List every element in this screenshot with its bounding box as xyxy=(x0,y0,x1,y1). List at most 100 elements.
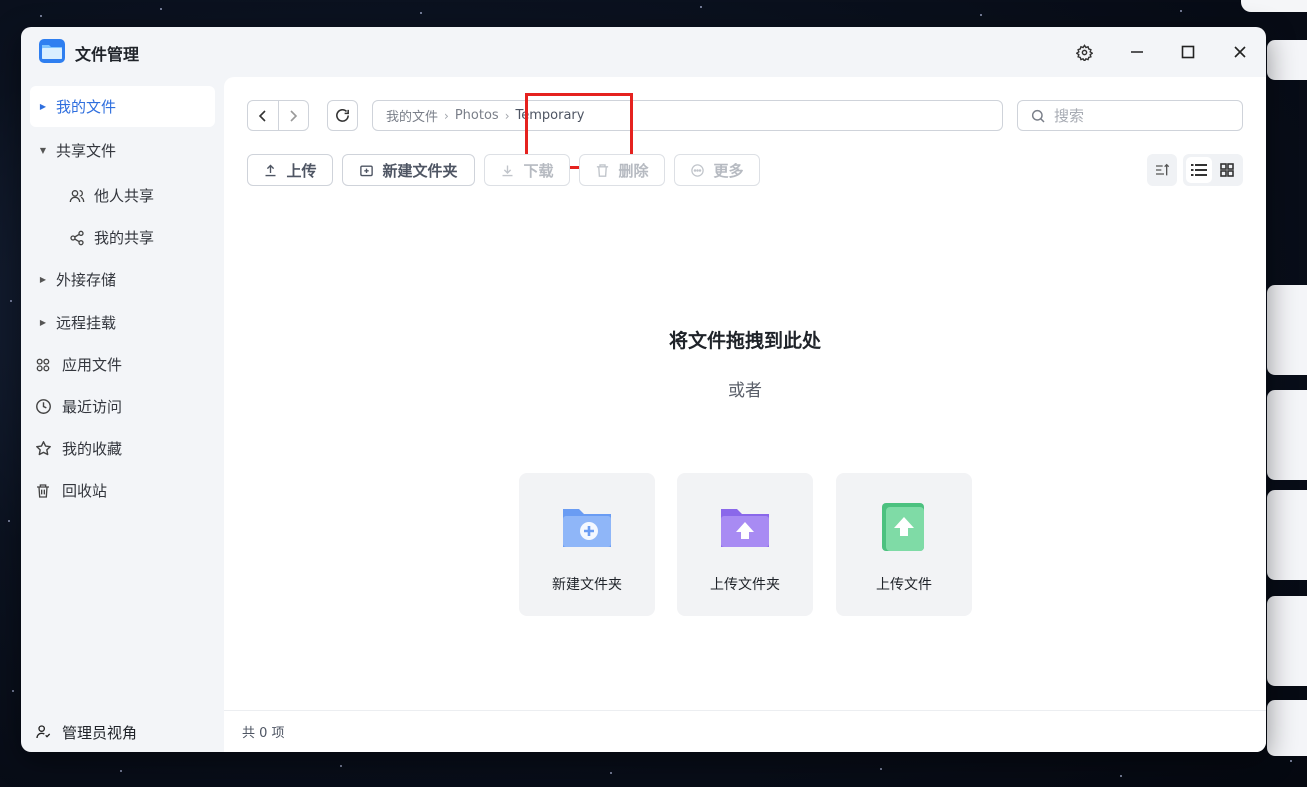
card-label: 上传文件夹 xyxy=(710,577,780,593)
sidebar-item-favorites[interactable]: 我的收藏 xyxy=(30,428,215,469)
sidebar-item-label: 最近访问 xyxy=(62,398,123,416)
sidebar-item-label: 共享文件 xyxy=(56,142,117,160)
trash-icon xyxy=(597,163,609,177)
sidebar-item-label: 回收站 xyxy=(62,482,108,500)
search-input[interactable] xyxy=(1054,106,1224,125)
sidebar-item-label: 我的文件 xyxy=(56,98,117,116)
more-button[interactable]: 更多 xyxy=(674,154,760,186)
more-icon xyxy=(691,163,705,177)
view-mode-toggle xyxy=(1183,154,1243,186)
chevron-left-icon xyxy=(258,109,266,122)
sidebar-item-recent[interactable]: 最近访问 xyxy=(30,386,215,427)
sidebar-item-app-files[interactable]: 应用文件 xyxy=(30,344,215,385)
desktop-widget xyxy=(1241,0,1307,12)
sidebar-item-shared-files[interactable]: ▼ 共享文件 xyxy=(30,130,215,171)
folder-app-icon xyxy=(39,39,65,63)
sort-button[interactable] xyxy=(1147,154,1177,186)
folder-plus-icon xyxy=(360,164,374,176)
search-icon xyxy=(1031,109,1045,123)
gear-icon xyxy=(1075,43,1093,61)
caret-right-icon: ▶ xyxy=(39,275,47,284)
upload-label: 上传 xyxy=(286,161,317,180)
sidebar-item-label: 他人共享 xyxy=(94,187,155,205)
close-icon xyxy=(1234,46,1246,58)
sort-icon xyxy=(1156,163,1170,176)
more-label: 更多 xyxy=(713,161,744,180)
drop-zone-title: 将文件拖拽到此处 xyxy=(668,330,821,352)
refresh-button[interactable] xyxy=(327,100,358,131)
caret-down-icon: ▼ xyxy=(39,146,47,155)
background-window xyxy=(1267,490,1307,580)
sidebar-item-my-files[interactable]: ▶ 我的文件 xyxy=(30,86,215,127)
sidebar-item-label: 应用文件 xyxy=(62,356,123,374)
maximize-icon xyxy=(1181,45,1195,59)
list-view-button[interactable] xyxy=(1186,157,1212,183)
forward-button[interactable] xyxy=(277,101,309,130)
upload-icon xyxy=(265,164,276,176)
file-manager-window: 文件管理 ▶ 我的文件 ▼ 共享文件 他人共享 我的共享 ▶ 外接存储 ▶ 远程… xyxy=(21,27,1266,752)
sidebar: ▶ 我的文件 ▼ 共享文件 他人共享 我的共享 ▶ 外接存储 ▶ 远程挂载 应用… xyxy=(21,77,224,752)
admin-view-toggle[interactable]: 管理员视角 xyxy=(30,716,215,748)
download-label: 下载 xyxy=(523,161,554,180)
file-upload-icon xyxy=(882,503,924,551)
status-bar: 共 0 项 xyxy=(224,710,1266,752)
card-label: 上传文件 xyxy=(876,577,932,593)
sidebar-item-external-storage[interactable]: ▶ 外接存储 xyxy=(30,259,215,300)
new-folder-label: 新建文件夹 xyxy=(382,161,458,180)
sidebar-item-label: 外接存储 xyxy=(56,271,117,289)
sidebar-item-label: 我的共享 xyxy=(94,229,155,247)
upload-file-card[interactable]: 上传文件 xyxy=(836,473,972,616)
download-button[interactable]: 下载 xyxy=(484,154,570,186)
sidebar-item-label: 我的收藏 xyxy=(62,440,123,458)
settings-button[interactable] xyxy=(1072,40,1096,64)
new-folder-card[interactable]: 新建文件夹 xyxy=(519,473,655,616)
breadcrumb-item-current[interactable]: Temporary xyxy=(516,108,585,123)
delete-button[interactable]: 删除 xyxy=(579,154,665,186)
breadcrumb: 我的文件 › Photos › Temporary xyxy=(372,100,1003,131)
upload-folder-card[interactable]: 上传文件夹 xyxy=(677,473,813,616)
users-icon xyxy=(66,188,88,204)
minimize-button[interactable] xyxy=(1125,40,1149,64)
folder-plus-icon xyxy=(563,509,611,547)
chevron-right-icon xyxy=(290,109,298,122)
caret-right-icon: ▶ xyxy=(39,318,47,327)
refresh-icon xyxy=(336,109,349,122)
new-folder-button[interactable]: 新建文件夹 xyxy=(342,154,475,186)
search-box xyxy=(1017,100,1243,131)
background-window xyxy=(1267,700,1307,756)
caret-right-icon: ▶ xyxy=(39,102,47,111)
sidebar-item-label: 远程挂载 xyxy=(56,314,117,332)
download-icon xyxy=(502,165,513,176)
share-icon xyxy=(66,230,88,246)
background-window xyxy=(1267,285,1307,375)
app-title: 文件管理 xyxy=(75,45,140,64)
card-label: 新建文件夹 xyxy=(552,577,622,593)
trash-icon xyxy=(30,483,56,499)
back-button[interactable] xyxy=(248,101,278,130)
sidebar-item-remote-mount[interactable]: ▶ 远程挂载 xyxy=(30,302,215,343)
close-button[interactable] xyxy=(1228,40,1252,64)
chevron-right-icon: › xyxy=(504,108,510,123)
clock-icon xyxy=(30,398,56,415)
minimize-icon xyxy=(1131,51,1143,53)
item-count: 共 0 项 xyxy=(242,726,285,741)
delete-label: 删除 xyxy=(618,161,649,180)
grid-view-button[interactable] xyxy=(1214,157,1240,183)
upload-button[interactable]: 上传 xyxy=(247,154,333,186)
background-window xyxy=(1267,596,1307,686)
breadcrumb-item[interactable]: 我的文件 xyxy=(386,106,438,125)
drop-zone-or: 或者 xyxy=(728,381,762,401)
sidebar-item-shared-with-me[interactable]: 他人共享 xyxy=(30,175,215,216)
apps-icon xyxy=(30,357,56,373)
maximize-button[interactable] xyxy=(1176,40,1200,64)
user-icon xyxy=(30,724,56,740)
admin-view-label: 管理员视角 xyxy=(62,723,138,742)
list-view-icon xyxy=(1191,164,1207,176)
history-nav xyxy=(247,100,309,131)
chevron-right-icon: › xyxy=(444,108,449,123)
sidebar-item-recycle-bin[interactable]: 回收站 xyxy=(30,470,215,511)
breadcrumb-item[interactable]: Photos xyxy=(455,108,499,123)
title-bar[interactable]: 文件管理 xyxy=(21,27,1266,77)
sidebar-item-my-shares[interactable]: 我的共享 xyxy=(30,217,215,258)
folder-upload-icon xyxy=(721,509,769,547)
